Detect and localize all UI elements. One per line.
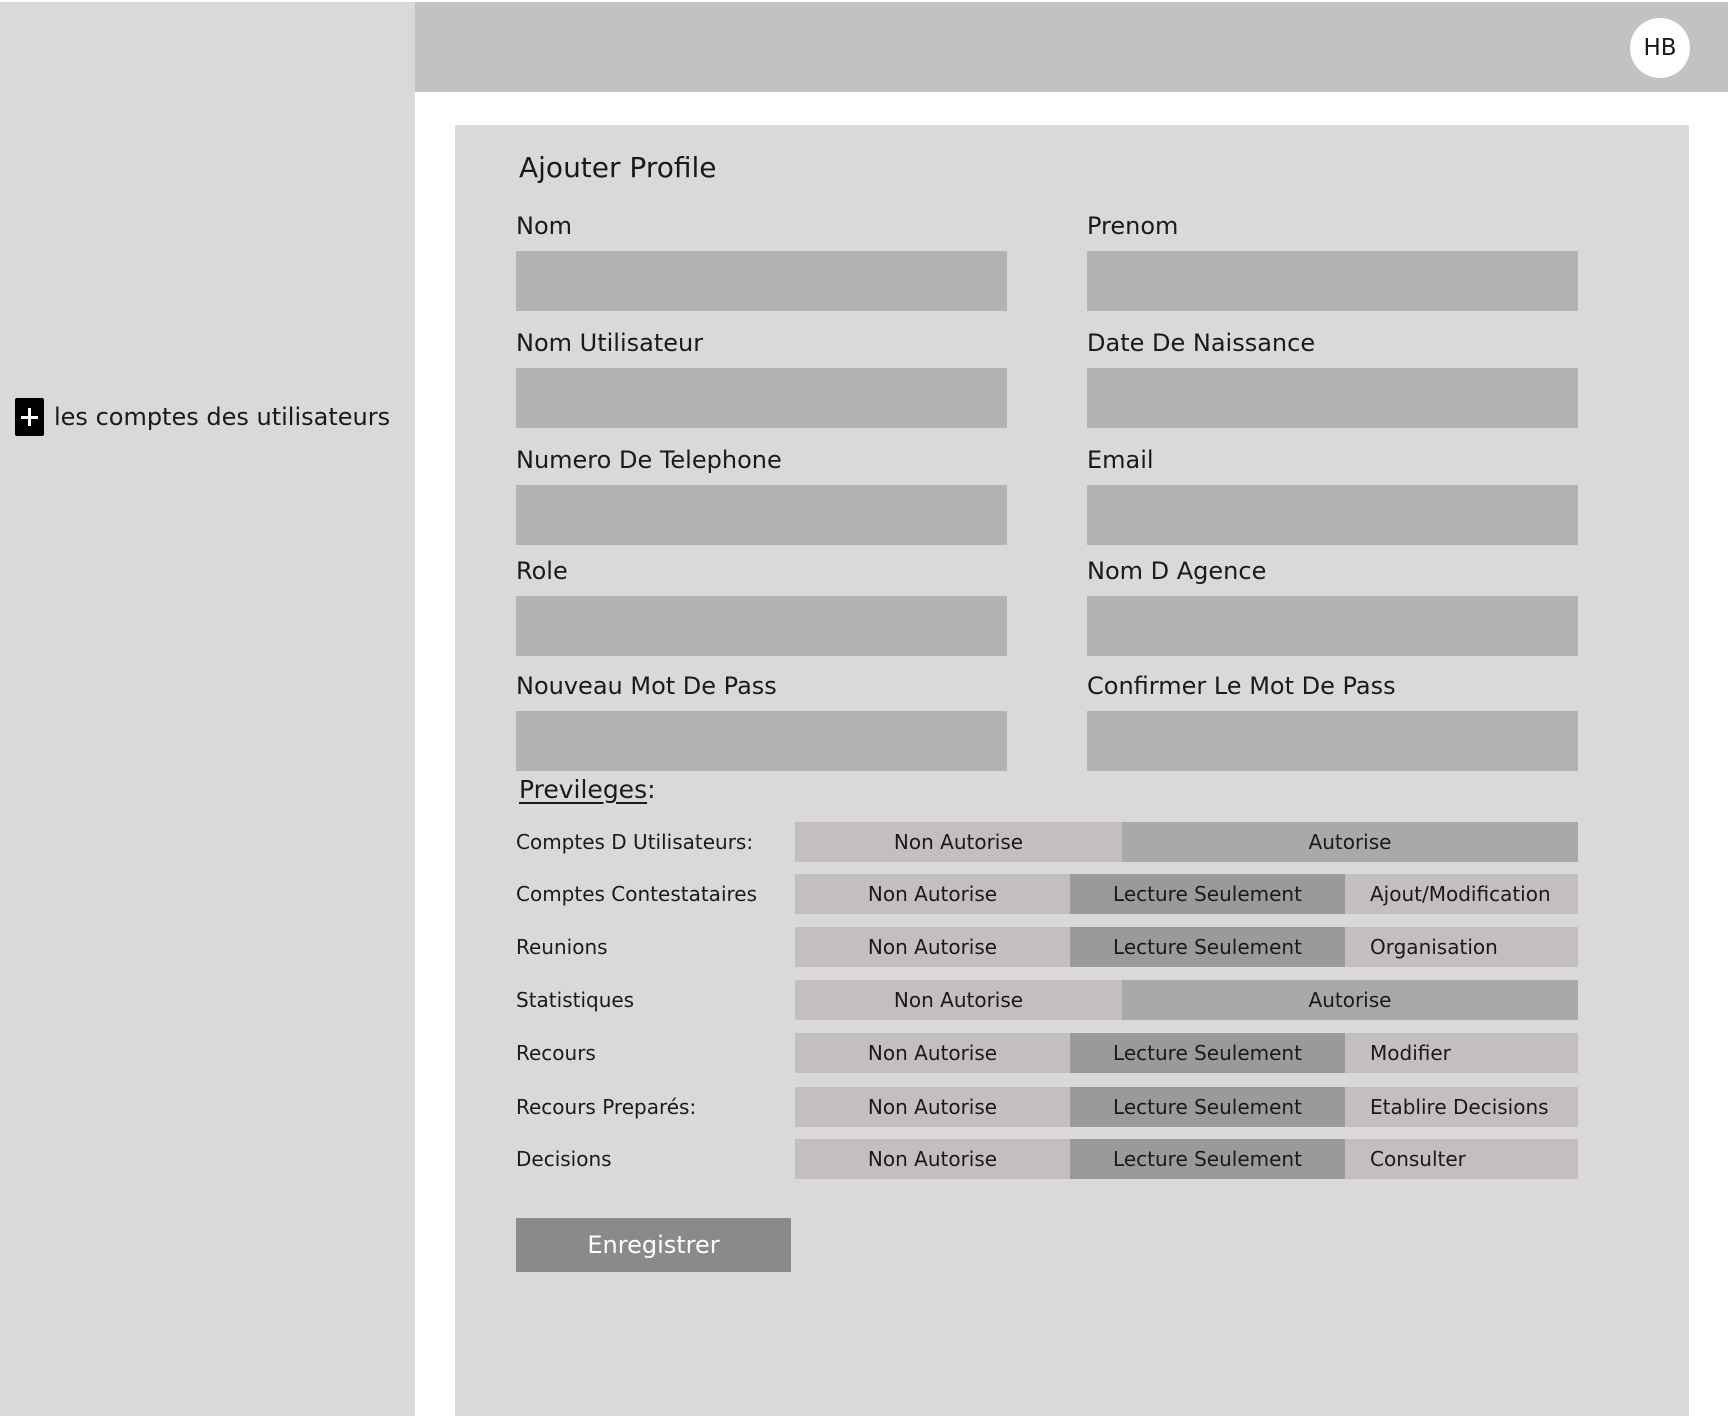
option-non-autorise[interactable]: Non Autorise [795,927,1070,967]
privilege-label: Decisions [516,1147,612,1171]
privileges-title-text: Previleges [519,775,648,804]
privilege-options: Non Autorise Autorise [795,822,1578,862]
nom-field-group: Nom [516,211,1007,311]
add-profile-panel: Ajouter Profile Nom Prenom Nom Utilisate… [455,125,1689,1416]
option-lecture-seulement[interactable]: Lecture Seulement [1070,1139,1345,1179]
privilege-options: Non Autorise Lecture Seulement Consulter [795,1139,1578,1179]
nom-utilisateur-label: Nom Utilisateur [516,329,704,357]
email-field-group: Email [1087,445,1578,545]
privilege-options: Non Autorise Lecture Seulement Ajout/Mod… [795,874,1578,914]
option-lecture-seulement[interactable]: Lecture Seulement [1070,1087,1345,1127]
prenom-field-group: Prenom [1087,211,1578,311]
option-lecture-seulement[interactable]: Lecture Seulement [1070,874,1345,914]
option-consulter[interactable]: Consulter [1345,1139,1578,1179]
prenom-label: Prenom [1087,212,1179,240]
option-non-autorise[interactable]: Non Autorise [795,874,1070,914]
role-input[interactable] [516,596,1007,656]
privilege-options: Non Autorise Lecture Seulement Organisat… [795,927,1578,967]
top-bar: HB [415,2,1728,92]
privilege-options: Non Autorise Autorise [795,980,1578,1020]
agence-field-group: Nom D Agence [1087,556,1578,656]
telephone-field-group: Numero De Telephone [516,445,1007,545]
option-autorise[interactable]: Autorise [1122,980,1578,1020]
sidebar: les comptes des utilisateurs [0,2,415,1416]
confirmer-mdp-field-group: Confirmer Le Mot De Pass [1087,671,1578,771]
option-ajout-modification[interactable]: Ajout/Modification [1345,874,1578,914]
privilege-label: Recours Preparés: [516,1095,697,1119]
confirmer-mdp-input[interactable] [1087,711,1578,771]
sidebar-item-comptes-utilisateurs[interactable]: les comptes des utilisateurs [15,398,390,436]
nouveau-mdp-field-group: Nouveau Mot De Pass [516,671,1007,771]
privilege-row-statistiques: Statistiques Non Autorise Autorise [516,980,1578,1020]
privilege-label: Comptes D Utilisateurs: [516,830,754,854]
option-non-autorise[interactable]: Non Autorise [795,1139,1070,1179]
option-organisation[interactable]: Organisation [1345,927,1578,967]
option-lecture-seulement[interactable]: Lecture Seulement [1070,1033,1345,1073]
privilege-options: Non Autorise Lecture Seulement Modifier [795,1033,1578,1073]
date-naissance-input[interactable] [1087,368,1578,428]
nom-utilisateur-field-group: Nom Utilisateur [516,328,1007,428]
option-non-autorise[interactable]: Non Autorise [795,1033,1070,1073]
privilege-row-reunions: Reunions Non Autorise Lecture Seulement … [516,927,1578,967]
app-root: les comptes des utilisateurs HB Ajouter … [0,0,1728,1416]
privilege-row-recours-prepares: Recours Preparés: Non Autorise Lecture S… [516,1087,1578,1127]
nom-label: Nom [516,212,573,240]
save-button[interactable]: Enregistrer [516,1218,791,1272]
privilege-label: Statistiques [516,988,635,1012]
telephone-label: Numero De Telephone [516,446,782,474]
confirmer-mdp-label: Confirmer Le Mot De Pass [1087,672,1396,700]
option-non-autorise[interactable]: Non Autorise [795,822,1122,862]
option-modifier[interactable]: Modifier [1345,1033,1578,1073]
role-label: Role [516,557,568,585]
privilege-label: Recours [516,1041,596,1065]
agence-input[interactable] [1087,596,1578,656]
privilege-label: Comptes Contestataires [516,882,758,906]
option-lecture-seulement[interactable]: Lecture Seulement [1070,927,1345,967]
privilege-label: Reunions [516,935,608,959]
date-naissance-field-group: Date De Naissance [1087,328,1578,428]
privilege-row-comptes-utilisateurs: Comptes D Utilisateurs: Non Autorise Aut… [516,822,1578,862]
option-non-autorise[interactable]: Non Autorise [795,980,1122,1020]
prenom-input[interactable] [1087,251,1578,311]
privileges-title-colon: : [647,775,656,804]
nom-input[interactable] [516,251,1007,311]
privilege-row-comptes-contestataires: Comptes Contestataires Non Autorise Lect… [516,874,1578,914]
sidebar-item-label: les comptes des utilisateurs [54,403,391,431]
nouveau-mdp-input[interactable] [516,711,1007,771]
nouveau-mdp-label: Nouveau Mot De Pass [516,672,777,700]
email-label: Email [1087,446,1154,474]
nom-utilisateur-input[interactable] [516,368,1007,428]
telephone-input[interactable] [516,485,1007,545]
option-autorise[interactable]: Autorise [1122,822,1578,862]
avatar[interactable]: HB [1630,18,1690,78]
option-non-autorise[interactable]: Non Autorise [795,1087,1070,1127]
role-field-group: Role [516,556,1007,656]
page-title: Ajouter Profile [519,151,717,184]
email-input[interactable] [1087,485,1578,545]
agence-label: Nom D Agence [1087,557,1267,585]
date-naissance-label: Date De Naissance [1087,329,1316,357]
option-etablire-decisions[interactable]: Etablire Decisions [1345,1087,1578,1127]
privilege-row-recours: Recours Non Autorise Lecture Seulement M… [516,1033,1578,1073]
privilege-options: Non Autorise Lecture Seulement Etablire … [795,1087,1578,1127]
privileges-title: Previleges: [519,775,656,804]
privilege-row-decisions: Decisions Non Autorise Lecture Seulement… [516,1139,1578,1179]
plus-icon[interactable] [15,398,44,436]
